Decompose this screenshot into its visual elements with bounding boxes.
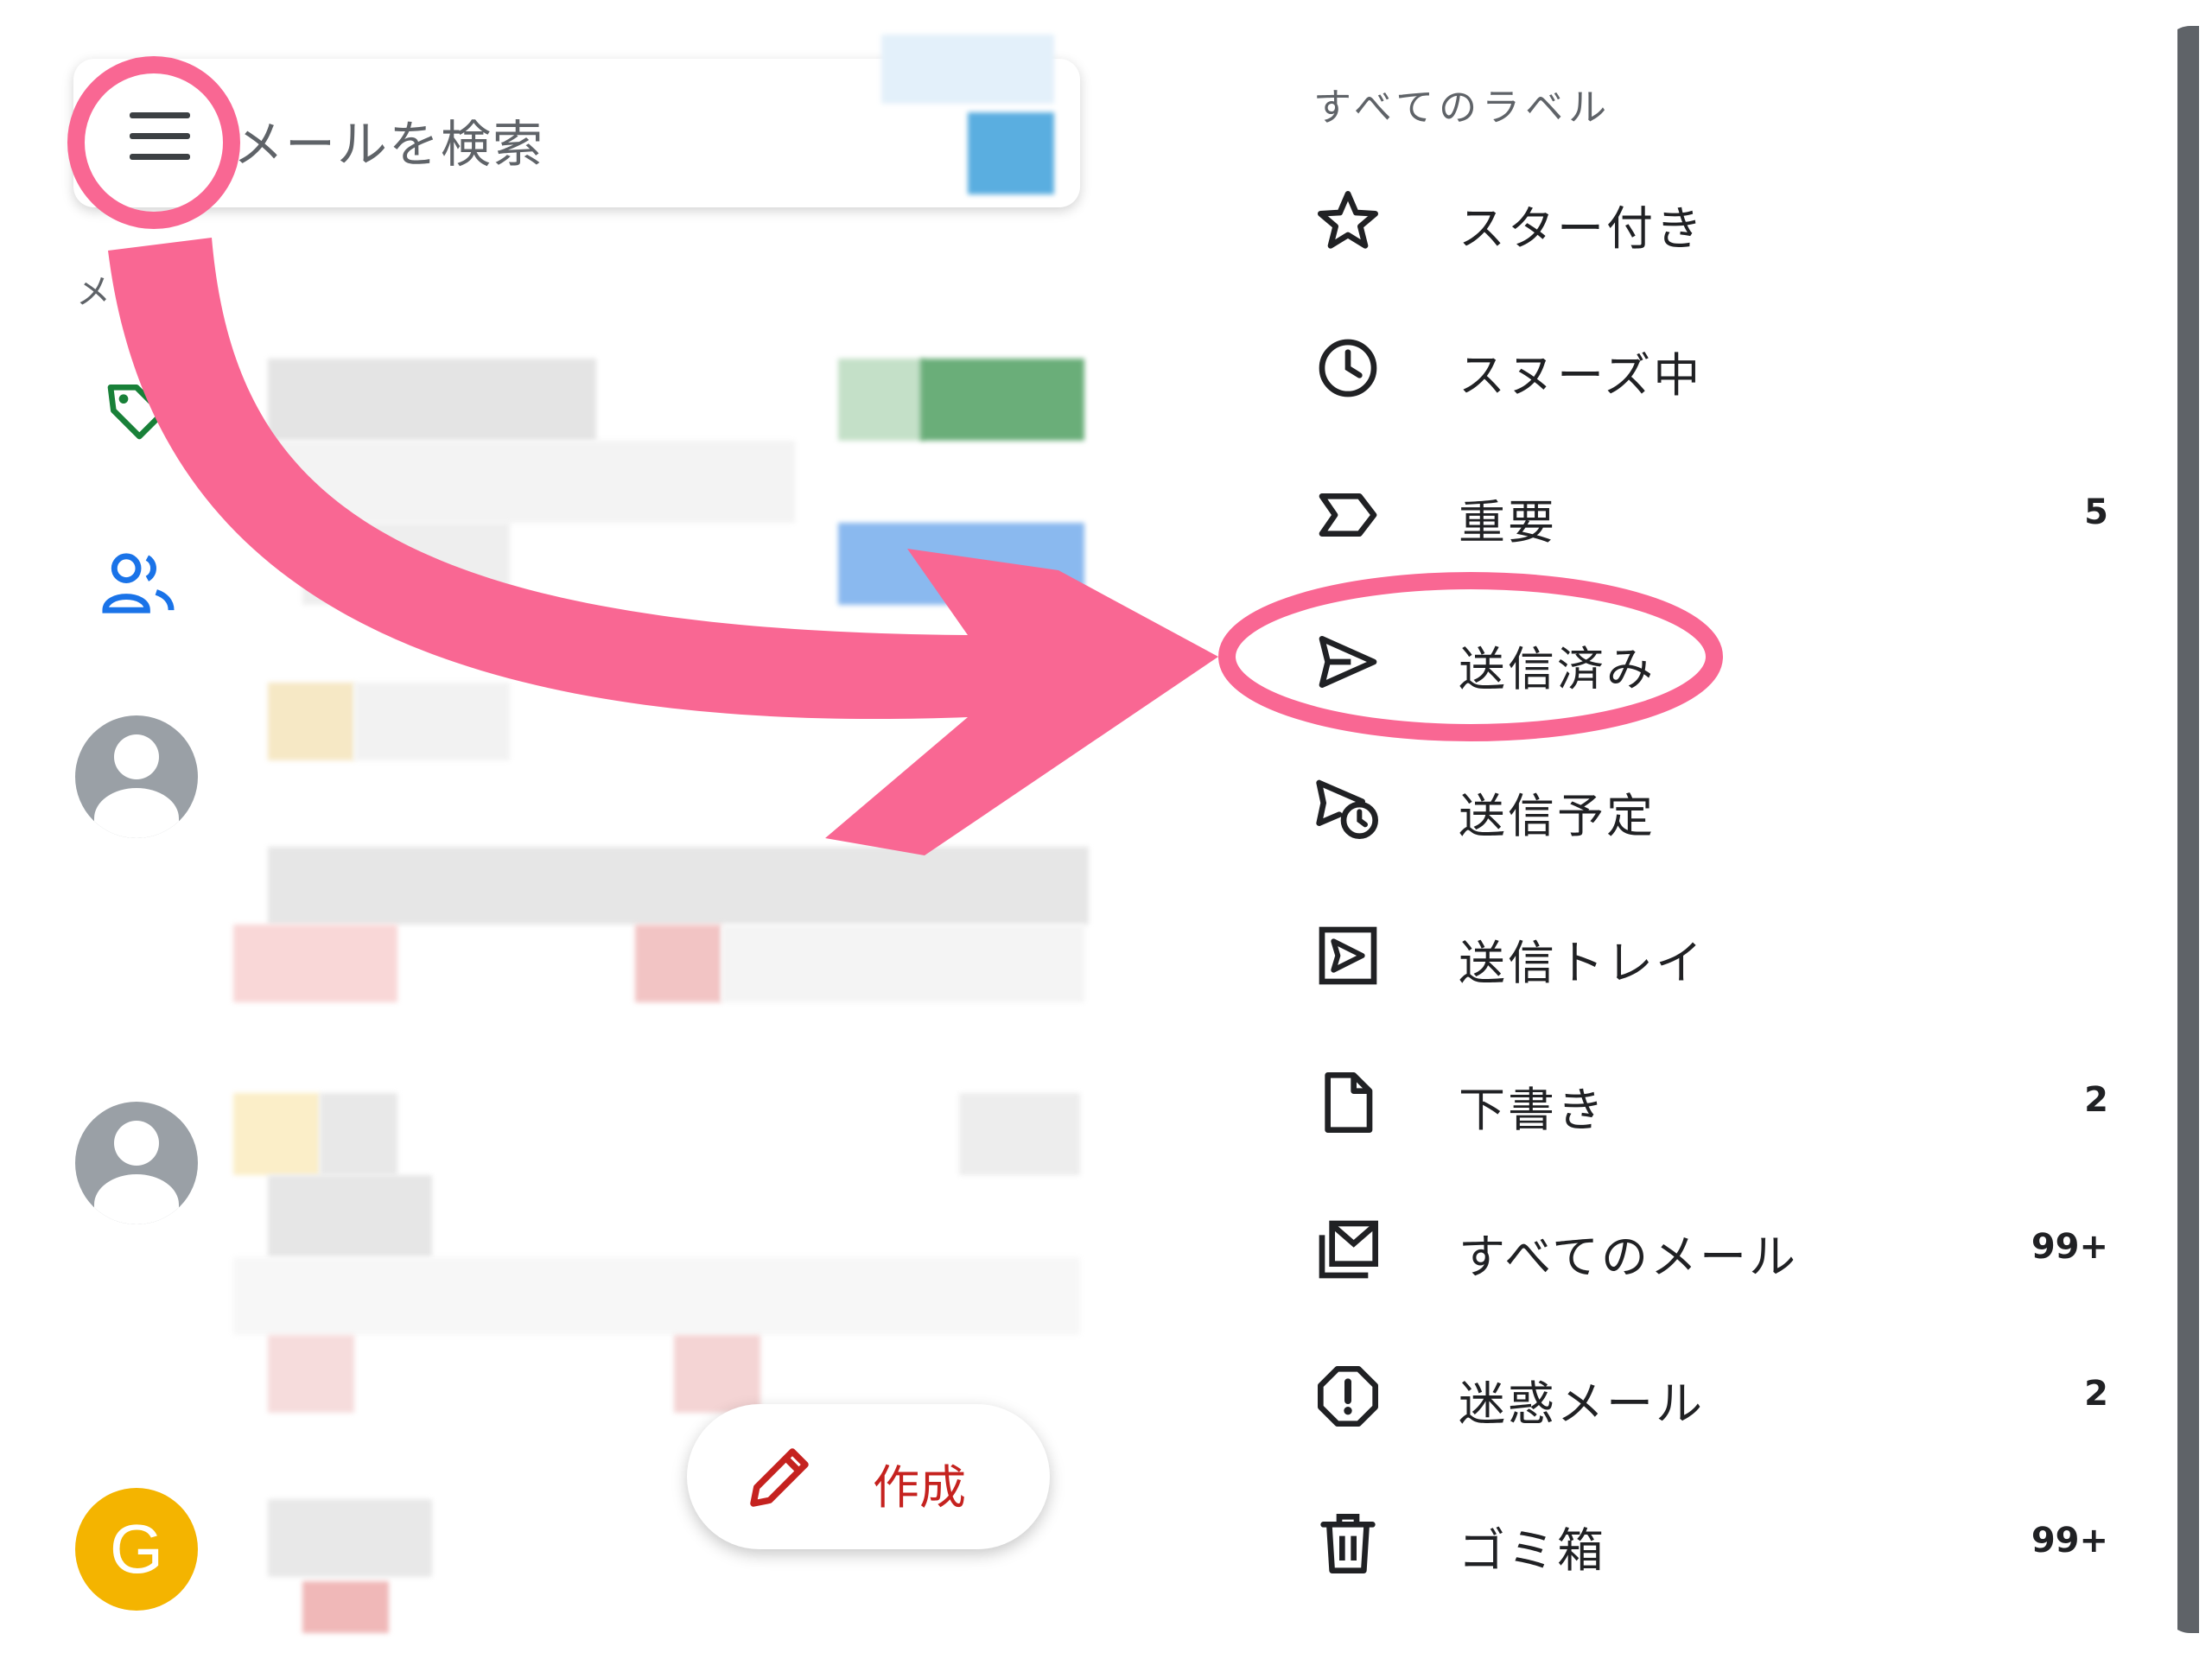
nav-item-spam[interactable]: 迷惑メール 2 <box>1279 1329 2108 1459</box>
blurred-row <box>268 1499 432 1577</box>
compose-button[interactable]: 作成 <box>687 1404 1050 1549</box>
blurred-row <box>920 359 1084 441</box>
navigation-drawer: すべてのラベル スター付き スヌーズ中 重要 5 送信済み 送信予定 送信トレイ… <box>1279 0 2177 1659</box>
blurred-row <box>838 523 1084 605</box>
nav-label: 送信予定 <box>1459 789 1656 843</box>
draft-icon <box>1325 1072 1373 1133</box>
blurred-row <box>674 1335 760 1413</box>
pencil-icon <box>750 1448 809 1507</box>
avatar[interactable]: G <box>75 1488 198 1611</box>
blurred-row <box>354 683 510 760</box>
trash-icon <box>1320 1514 1376 1573</box>
nav-count: 99+ <box>2031 1521 2108 1560</box>
blurred-row <box>302 1581 389 1633</box>
nav-label: 送信済み <box>1459 642 1656 696</box>
avatar[interactable] <box>75 715 198 838</box>
star-icon <box>1318 191 1378 249</box>
nav-count: 2 <box>2084 1080 2108 1120</box>
blurred-row <box>721 925 1084 1002</box>
blurred-row <box>268 359 596 441</box>
blurred-row <box>838 359 925 441</box>
blurred-row <box>233 1257 1080 1335</box>
send-icon <box>1319 636 1377 688</box>
blurred-row <box>268 1335 354 1413</box>
nav-label: 下書き <box>1459 1083 1606 1137</box>
scheduled-send-icon <box>1316 779 1378 839</box>
drawer-heading: すべてのラベル <box>1313 86 1612 130</box>
nav-item-all-mail[interactable]: すべてのメール 99+ <box>1279 1182 2108 1312</box>
nav-item-trash[interactable]: ゴミ箱 99+ <box>1279 1476 2108 1605</box>
blurred-avatar-top <box>881 35 1054 104</box>
blurred-row <box>233 925 397 1002</box>
spam-icon <box>1318 1366 1378 1427</box>
label-icon[interactable] <box>102 376 171 445</box>
blurred-row <box>233 441 795 523</box>
nav-item-outbox[interactable]: 送信トレイ <box>1279 888 2108 1018</box>
outbox-icon <box>1319 926 1377 985</box>
nav-item-scheduled[interactable]: 送信予定 <box>1279 741 2108 871</box>
nav-item-important[interactable]: 重要 5 <box>1279 448 2108 577</box>
compose-label: 作成 <box>873 1460 966 1515</box>
nav-count: 5 <box>2084 493 2108 532</box>
nav-item-snoozed[interactable]: スヌーズ中 <box>1279 301 2108 430</box>
blurred-row <box>233 1093 320 1175</box>
blurred-row <box>959 1093 1080 1175</box>
nav-item-drafts[interactable]: 下書き 2 <box>1279 1035 2108 1165</box>
nav-item-sent[interactable]: 送信済み <box>1279 594 2108 724</box>
side-label: メ <box>76 272 111 312</box>
nav-label: 重要 <box>1459 495 1557 550</box>
blurred-row <box>635 925 721 1002</box>
nav-count: 99+ <box>2031 1227 2108 1267</box>
clock-icon <box>1319 339 1377 397</box>
avatar[interactable] <box>75 1102 198 1224</box>
nav-label: スター付き <box>1459 201 1705 256</box>
all-mail-icon <box>1319 1220 1378 1279</box>
important-icon <box>1319 493 1377 537</box>
nav-label: 送信トレイ <box>1459 936 1705 990</box>
blurred-row <box>268 847 1089 925</box>
blurred-avatar-top <box>968 112 1054 194</box>
nav-label: スヌーズ中 <box>1459 348 1703 403</box>
blurred-row <box>302 523 510 605</box>
blurred-row <box>320 1093 397 1175</box>
blurred-row <box>268 683 354 760</box>
nav-label: ゴミ箱 <box>1459 1523 1606 1578</box>
search-input[interactable]: メールを検索 <box>233 104 544 176</box>
nav-count: 2 <box>2084 1374 2108 1414</box>
nav-label: すべてのメール <box>1459 1230 1799 1284</box>
nav-item-starred[interactable]: スター付き <box>1279 154 2108 283</box>
blurred-row <box>268 1175 432 1257</box>
people-icon[interactable] <box>99 549 177 618</box>
nav-label: 迷惑メール <box>1459 1376 1705 1431</box>
menu-icon[interactable] <box>130 112 190 161</box>
mail-list-pane: メールを検索 メ G 作成 <box>0 0 1106 1659</box>
